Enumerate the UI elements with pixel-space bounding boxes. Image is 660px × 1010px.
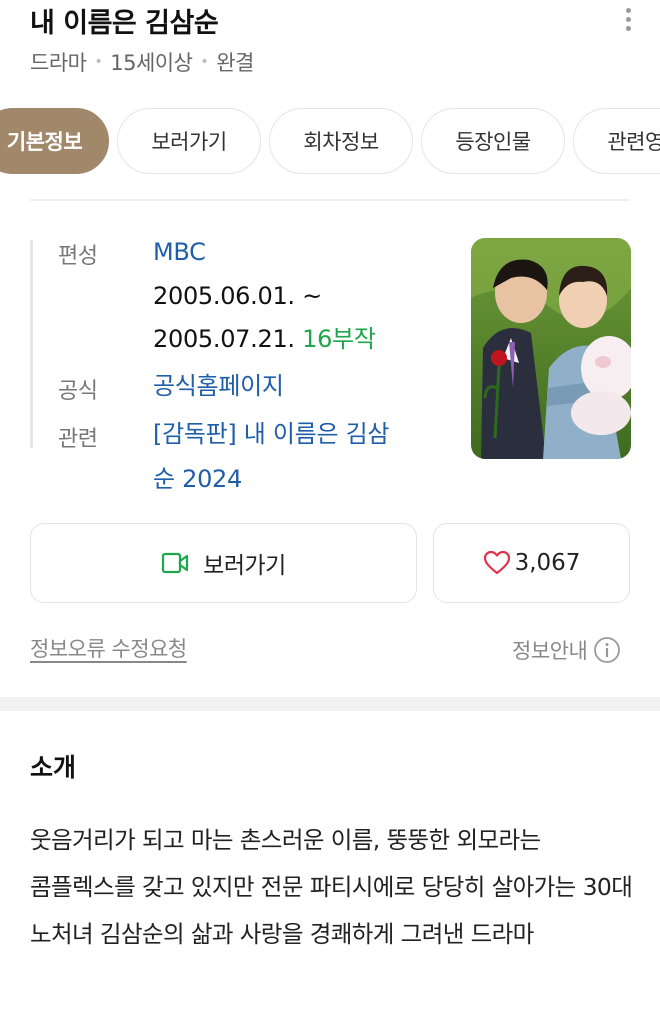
period-start: 2005.06.01. ~ — [153, 282, 322, 310]
related-link-line2[interactable]: 순 2024 — [153, 457, 242, 501]
official-label: 공식 — [58, 379, 98, 404]
broadcast-value[interactable]: MBC — [153, 230, 206, 274]
watch-button-label: 보러가기 — [203, 553, 286, 579]
separator-dot: • — [200, 54, 209, 70]
period-end: 2005.07.21. — [153, 325, 295, 353]
section-divider — [0, 697, 660, 711]
meta-row: 드라마 • 15세이상 • 완결 — [30, 46, 254, 78]
more-options-icon[interactable] — [616, 4, 640, 34]
tab-basic-info[interactable]: 기본정보 — [0, 108, 109, 174]
intro-title: 소개 — [30, 753, 77, 782]
divider — [30, 199, 630, 201]
heart-icon — [483, 550, 510, 575]
tab-watch[interactable]: 보러가기 — [117, 108, 261, 174]
header: 내 이름은 김삼순 — [30, 0, 630, 40]
info-icon — [594, 637, 621, 663]
genre: 드라마 — [30, 51, 87, 75]
tab-characters[interactable]: 등장인물 — [421, 108, 565, 174]
period-end-row: 2005.07.21. 16부작 — [153, 317, 376, 361]
episode-count: 16부작 — [302, 325, 376, 353]
info-side-bar — [30, 240, 33, 448]
watch-button[interactable]: 보러가기 — [30, 523, 417, 603]
official-homepage-link[interactable]: 공식홈페이지 — [153, 364, 284, 408]
broadcast-label: 편성 — [58, 244, 98, 269]
tab-bar: 기본정보 보러가기 회차정보 등장인물 관련영상 — [0, 108, 660, 174]
report-error-link[interactable]: 정보오류 수정요청 — [30, 633, 187, 663]
page-title: 내 이름은 김삼순 — [30, 7, 219, 39]
related-label: 관련 — [58, 427, 98, 452]
like-button[interactable]: 3,067 — [433, 523, 630, 603]
video-camera-icon — [162, 552, 189, 574]
intro-text: 웃음거리가 되고 마는 촌스러운 이름, 뚱뚱한 외모라는 콤플렉스를 갖고 있… — [30, 826, 633, 948]
related-link-line1[interactable]: [감독판] 내 이름은 김삼 — [153, 412, 389, 456]
status: 완결 — [216, 51, 254, 75]
poster-image[interactable] — [471, 238, 631, 459]
separator-dot: • — [94, 54, 103, 70]
info-guide-label: 정보안내 — [512, 639, 588, 663]
tab-episodes[interactable]: 회차정보 — [269, 108, 413, 174]
info-guide-button[interactable]: 정보안내 — [512, 633, 621, 667]
rating: 15세이상 — [110, 51, 193, 75]
tab-related[interactable]: 관련영상 — [573, 108, 660, 174]
like-count: 3,067 — [514, 550, 581, 576]
